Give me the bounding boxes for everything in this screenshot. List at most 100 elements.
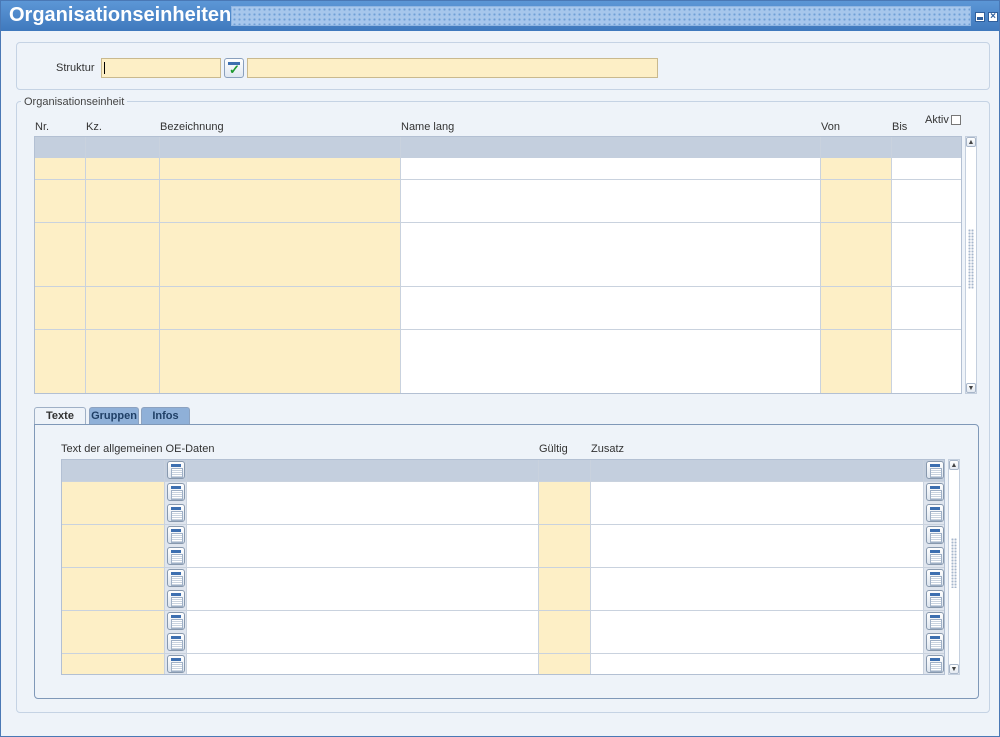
minimize-icon[interactable] <box>975 12 985 22</box>
cell-bezeichnung[interactable] <box>160 222 401 244</box>
cell-nr[interactable] <box>35 179 86 201</box>
cell-nr[interactable] <box>35 201 86 223</box>
cell-text-value[interactable] <box>187 524 539 546</box>
cell-zusatz-editor[interactable] <box>924 524 944 546</box>
cell-gueltig[interactable] <box>539 546 591 567</box>
cell-zusatz[interactable] <box>591 460 924 481</box>
cell-zusatz-editor[interactable] <box>924 589 944 610</box>
editor-icon[interactable] <box>167 654 185 673</box>
table-row[interactable] <box>35 351 961 373</box>
cell-von[interactable] <box>821 222 892 244</box>
cell-bezeichnung[interactable] <box>160 179 401 201</box>
table-row[interactable] <box>62 524 944 547</box>
cell-von[interactable] <box>821 286 892 308</box>
cell-name-lang[interactable] <box>401 286 821 308</box>
cell-text-value[interactable] <box>187 610 539 632</box>
table-row[interactable] <box>35 308 961 331</box>
editor-icon[interactable] <box>926 611 944 630</box>
cell-text[interactable] <box>62 546 165 567</box>
arrow-up-icon[interactable]: ▲ <box>949 460 959 470</box>
cell-text-editor[interactable] <box>165 546 187 567</box>
cell-nr[interactable] <box>35 286 86 308</box>
cell-von[interactable] <box>821 179 892 201</box>
title-bar-grip[interactable] <box>231 6 971 26</box>
cell-name-lang[interactable] <box>401 179 821 201</box>
cell-bezeichnung[interactable] <box>160 201 401 223</box>
cell-zusatz[interactable] <box>591 481 924 503</box>
cell-bis[interactable] <box>892 222 961 244</box>
cell-text-value[interactable] <box>187 460 539 481</box>
cell-name-lang[interactable] <box>401 329 821 351</box>
cell-bezeichnung[interactable] <box>160 372 401 393</box>
struktur-lov-button[interactable]: ✓ <box>224 58 244 78</box>
cell-bis[interactable] <box>892 201 961 223</box>
cell-von[interactable] <box>821 244 892 265</box>
cell-gueltig[interactable] <box>539 653 591 674</box>
cell-zusatz-editor[interactable] <box>924 632 944 653</box>
cell-zusatz-editor[interactable] <box>924 567 944 589</box>
tab-infos[interactable]: Infos <box>141 407 190 425</box>
cell-zusatz-editor[interactable] <box>924 610 944 632</box>
editor-icon[interactable] <box>167 568 185 587</box>
table-row[interactable] <box>62 589 944 611</box>
cell-bezeichnung[interactable] <box>160 308 401 330</box>
cell-von[interactable] <box>821 158 892 180</box>
cell-name-lang[interactable] <box>401 201 821 223</box>
editor-icon[interactable] <box>926 547 944 565</box>
cell-text[interactable] <box>62 460 165 481</box>
cell-bezeichnung[interactable] <box>160 329 401 351</box>
tab-texte[interactable]: Texte <box>34 407 86 425</box>
cell-bis[interactable] <box>892 351 961 372</box>
cell-von[interactable] <box>821 329 892 351</box>
editor-icon[interactable] <box>926 504 944 522</box>
cell-gueltig[interactable] <box>539 460 591 481</box>
cell-bezeichnung[interactable] <box>160 244 401 265</box>
table-row[interactable] <box>35 158 961 181</box>
cell-gueltig[interactable] <box>539 632 591 653</box>
cell-nr[interactable] <box>35 372 86 393</box>
cell-bezeichnung[interactable] <box>160 351 401 372</box>
cell-kz[interactable] <box>86 158 160 180</box>
table-row[interactable] <box>35 244 961 266</box>
cell-name-lang[interactable] <box>401 372 821 393</box>
cell-kz[interactable] <box>86 244 160 265</box>
cell-text[interactable] <box>62 524 165 546</box>
cell-nr[interactable] <box>35 329 86 351</box>
cell-text-value[interactable] <box>187 632 539 653</box>
cell-text[interactable] <box>62 632 165 653</box>
arrow-up-icon[interactable]: ▲ <box>966 137 976 147</box>
cell-text-value[interactable] <box>187 503 539 524</box>
cell-text[interactable] <box>62 481 165 503</box>
table-row[interactable] <box>35 329 961 352</box>
editor-icon[interactable] <box>167 547 185 565</box>
table-row[interactable] <box>62 481 944 504</box>
cell-text-value[interactable] <box>187 481 539 503</box>
cell-nr[interactable] <box>35 308 86 330</box>
cell-text-value[interactable] <box>187 546 539 567</box>
cell-nr[interactable] <box>35 265 86 287</box>
cell-text[interactable] <box>62 503 165 524</box>
text-grid-scrollbar[interactable]: ▲ ▼ <box>948 459 960 675</box>
cell-name-lang[interactable] <box>401 244 821 265</box>
editor-icon[interactable] <box>926 482 944 501</box>
cell-text-editor[interactable] <box>165 524 187 546</box>
cell-nr[interactable] <box>35 351 86 372</box>
cell-kz[interactable] <box>86 372 160 393</box>
cell-kz[interactable] <box>86 222 160 244</box>
editor-icon[interactable] <box>926 461 944 479</box>
cell-zusatz[interactable] <box>591 653 924 674</box>
table-row[interactable] <box>35 222 961 245</box>
cell-kz[interactable] <box>86 179 160 201</box>
table-row[interactable] <box>62 503 944 525</box>
struktur-name-field[interactable] <box>247 58 658 78</box>
cell-kz[interactable] <box>86 265 160 287</box>
cell-bis[interactable] <box>892 286 961 308</box>
cell-zusatz[interactable] <box>591 589 924 610</box>
cell-zusatz-editor[interactable] <box>924 503 944 524</box>
cell-zusatz-editor[interactable] <box>924 460 944 481</box>
cell-von[interactable] <box>821 372 892 393</box>
table-row[interactable] <box>35 201 961 224</box>
editor-icon[interactable] <box>167 504 185 522</box>
cell-text-value[interactable] <box>187 653 539 674</box>
cell-nr[interactable] <box>35 158 86 180</box>
